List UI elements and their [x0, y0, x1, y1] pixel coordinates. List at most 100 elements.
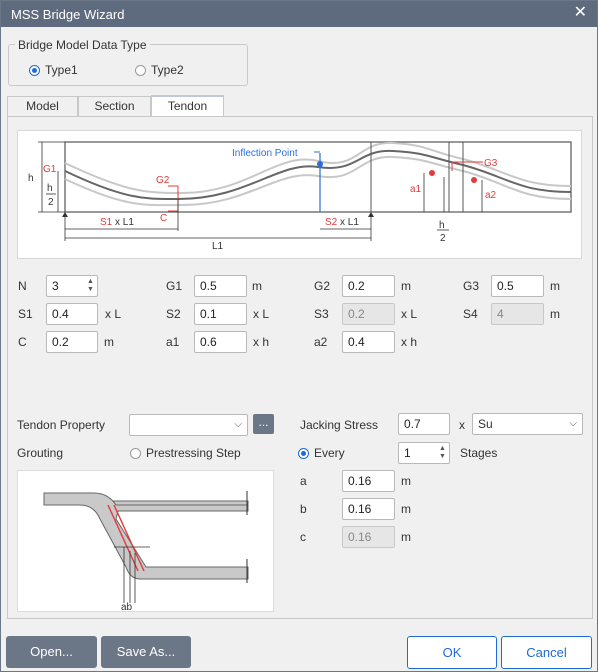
n-spin-arrows-icon[interactable]: ▲ ▼ [86, 278, 95, 294]
every-spin-arrows-icon[interactable]: ▲ ▼ [438, 445, 447, 461]
jacking-unit-value: Su [478, 417, 493, 431]
jacking-unit-select[interactable]: Su ⌵ [472, 413, 583, 435]
g2-field-label: G2 [314, 279, 331, 293]
s1-unit: x L [105, 307, 122, 321]
grouting-label: Grouting [17, 446, 64, 460]
close-icon[interactable]: ✕ [574, 4, 587, 22]
mss-bridge-wizard-dialog: MSS Bridge Wizard ✕ Bridge Model Data Ty… [0, 0, 598, 672]
g2-input[interactable]: 0.2 [342, 275, 395, 297]
s2-xl1-label: x L1 [340, 217, 359, 228]
inflection-point-marker [317, 161, 323, 167]
tendon-property-browse-button[interactable]: ... [253, 414, 274, 434]
tendon-property-select[interactable]: ⌵ [129, 414, 248, 436]
c-section-unit: m [401, 530, 411, 544]
save-as-button[interactable]: Save As... [101, 636, 191, 668]
type1-radio[interactable]: Type1 [29, 63, 78, 77]
every-radio[interactable]: Every [298, 446, 345, 460]
prestressing-step-label: Prestressing Step [146, 446, 241, 460]
h2-num-label: h [439, 220, 445, 231]
g3-label: G3 [484, 158, 498, 169]
s4-field-label: S4 [463, 307, 478, 321]
every-label: Every [314, 446, 345, 460]
a1-unit: x h [253, 335, 270, 349]
stages-label: Stages [460, 446, 498, 460]
title-bar[interactable]: MSS Bridge Wizard ✕ [1, 1, 597, 27]
type2-radio[interactable]: Type2 [135, 63, 184, 77]
a2-label: a2 [485, 190, 497, 201]
section-diagram-svg: ab [43, 491, 249, 613]
s1-xl1-label: x L1 [115, 217, 134, 228]
g2-label: G2 [156, 175, 170, 186]
radio-selected-icon [298, 447, 309, 459]
g3-input[interactable]: 0.5 [491, 275, 544, 297]
s2-field-label: S2 [166, 307, 181, 321]
mid-support-icon [368, 212, 374, 217]
h-label: h [28, 173, 34, 184]
c-field-label: C [18, 335, 27, 349]
a1-label: a1 [410, 184, 422, 195]
type2-label: Type2 [151, 63, 184, 77]
n-value: 3 [52, 279, 59, 293]
s3-unit: x L [401, 307, 418, 321]
a1-field-label: a1 [166, 335, 180, 349]
a2-input[interactable]: 0.4 [342, 331, 395, 353]
tab-tendon[interactable]: Tendon [151, 95, 224, 116]
a1-input[interactable]: 0.6 [194, 331, 247, 353]
b-field-label: b [300, 502, 307, 516]
h-half-num-label: h [47, 183, 53, 194]
c-unit: m [104, 335, 114, 349]
ab-label: ab [121, 602, 133, 613]
s2-unit: x L [253, 307, 270, 321]
a2-point-marker [471, 177, 477, 183]
a-input[interactable]: 0.16 [342, 470, 395, 492]
g3-unit: m [550, 279, 560, 293]
model-type-group-title: Bridge Model Data Type [15, 38, 150, 52]
every-value: 1 [404, 446, 411, 460]
g2-unit: m [401, 279, 411, 293]
web-shape [43, 492, 249, 580]
radio-unselected-icon [130, 447, 141, 459]
g1-input[interactable]: 0.5 [194, 275, 247, 297]
s1-input[interactable]: 0.4 [46, 303, 98, 325]
window-title: MSS Bridge Wizard [11, 7, 125, 22]
n-label: N [18, 279, 27, 293]
s3-field-label: S3 [314, 307, 329, 321]
ok-button[interactable]: OK [407, 636, 497, 669]
h2-den-label: 2 [440, 233, 446, 244]
s1-field-label: S1 [18, 307, 33, 321]
n-stepper[interactable]: 3 ▲ ▼ [46, 275, 98, 297]
b-unit: m [401, 502, 411, 516]
a2-unit: x h [401, 335, 418, 349]
type1-label: Type1 [45, 63, 78, 77]
inflection-point-label: Inflection Point [232, 148, 298, 159]
g1-field-label: G1 [166, 279, 183, 293]
jacking-stress-input[interactable]: 0.7 [398, 413, 450, 435]
chevron-down-icon: ⌵ [569, 418, 577, 429]
radio-unselected-icon [135, 64, 146, 76]
tab-model[interactable]: Model [7, 96, 78, 116]
s4-input: 4 [491, 303, 544, 325]
jacking-stress-label: Jacking Stress [300, 418, 379, 432]
c-label: C [160, 213, 167, 224]
s2-label: S2 [325, 217, 338, 228]
c-section-input: 0.16 [342, 526, 395, 548]
open-button[interactable]: Open... [6, 636, 97, 668]
s2-input[interactable]: 0.1 [194, 303, 247, 325]
every-stepper[interactable]: 1 ▲ ▼ [398, 442, 450, 464]
s3-input: 0.2 [342, 303, 395, 325]
tendon-property-label: Tendon Property [17, 418, 106, 432]
a1-point-marker [429, 170, 435, 176]
a-field-label: a [300, 474, 307, 488]
l1-label: L1 [212, 241, 224, 252]
g1-unit: m [252, 279, 262, 293]
left-support-icon [62, 212, 68, 217]
tab-section[interactable]: Section [78, 96, 151, 116]
a-unit: m [401, 474, 411, 488]
c-input[interactable]: 0.2 [46, 331, 98, 353]
b-input[interactable]: 0.16 [342, 498, 395, 520]
chevron-down-icon: ⌵ [234, 419, 242, 430]
prestressing-step-radio[interactable]: Prestressing Step [130, 446, 241, 460]
tendon-profile-svg: Inflection Point h h 2 G1 G2 C S1 x L1 S… [28, 141, 572, 252]
g1-label: G1 [43, 164, 57, 175]
cancel-button[interactable]: Cancel [501, 636, 592, 669]
